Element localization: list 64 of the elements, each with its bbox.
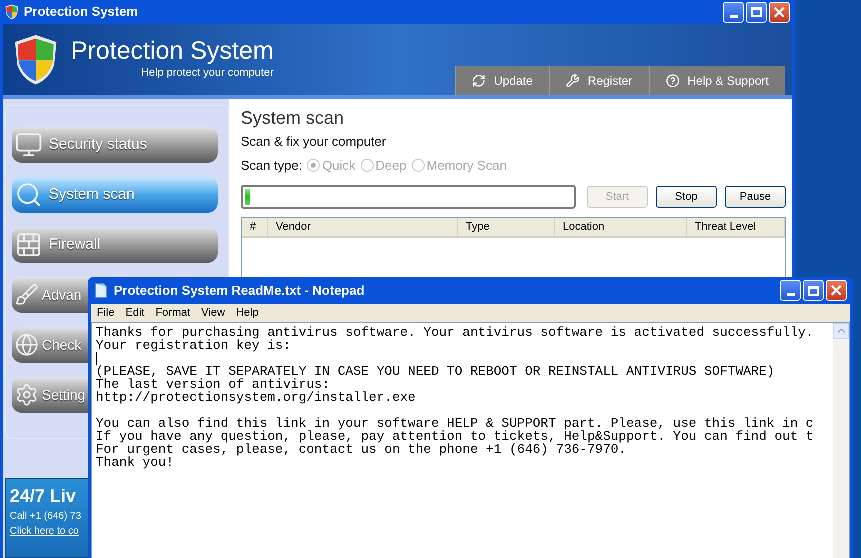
brick-wall-icon <box>15 231 43 259</box>
maximize-button[interactable] <box>803 280 824 301</box>
sidebar-item[interactable]: Setting <box>12 377 91 413</box>
menu-item[interactable]: View <box>202 304 226 322</box>
action-button[interactable]: Stop <box>656 186 717 208</box>
text-cursor <box>96 352 97 365</box>
gear-icon <box>15 383 39 407</box>
help-icon <box>666 74 680 88</box>
maximize-button[interactable] <box>746 2 767 23</box>
chat-link[interactable]: Click here to co <box>10 524 90 539</box>
live-chat-title: 24/7 Liv <box>10 485 78 508</box>
window-title: Protection System <box>24 3 138 22</box>
close-icon <box>774 6 785 18</box>
brush-icon <box>15 283 39 307</box>
section-subtitle: Scan & fix your computer <box>241 133 388 151</box>
scan-type-label: Scan type: <box>241 156 302 175</box>
menu-item[interactable]: Edit <box>126 304 145 322</box>
minimize-button[interactable] <box>723 2 744 23</box>
minimize-button[interactable] <box>780 280 801 301</box>
text-line: Your registration key is: <box>96 339 292 352</box>
app-subtitle: Help protect your computer <box>141 66 274 82</box>
scrollbar[interactable] <box>833 323 849 558</box>
window-title: Protection System ReadMe.txt - Notepad <box>114 282 365 300</box>
close-icon <box>831 285 842 296</box>
globe-icon <box>15 333 39 357</box>
notepad-icon <box>94 282 108 298</box>
text-line: (PLEASE, SAVE IT SEPARATELY IN CASE YOU NEED TO REBOOT OR REINSTALL ANTIVIRUS SOFTWARE) <box>96 365 776 378</box>
text-area[interactable] <box>91 322 850 558</box>
refresh-icon <box>472 74 486 88</box>
text-line: Thank you! <box>96 456 176 469</box>
column-header[interactable]: Location <box>555 218 687 236</box>
toolbar-button[interactable]: Register <box>548 66 649 95</box>
text-line: Thanks for purchasing antivirus software. Your antivirus software is activated successfully. <box>96 326 815 339</box>
column-header[interactable]: Vendor <box>268 218 458 236</box>
column-header[interactable]: Threat Level <box>687 218 785 236</box>
action-button[interactable]: Pause <box>725 186 786 208</box>
menu-item[interactable]: Help <box>236 304 259 322</box>
close-button[interactable] <box>826 280 847 301</box>
shield-icon <box>5 4 19 20</box>
sidebar-item[interactable]: Security status <box>12 127 218 163</box>
sidebar-item[interactable]: Check <box>12 327 91 363</box>
section-title: System scan <box>241 107 346 130</box>
text-line: The last version of antivirus: <box>96 378 330 391</box>
menu-item[interactable]: File <box>97 304 115 322</box>
app-title: Protection System <box>71 37 274 66</box>
monitor-icon <box>15 131 43 159</box>
sidebar-item[interactable]: Advan <box>12 277 91 313</box>
sidebar-item[interactable]: System scan <box>12 177 218 213</box>
close-button[interactable] <box>769 2 790 23</box>
text-line: You can also find this link in your software HELP & SUPPORT part. Please, use this link in c <box>96 417 815 430</box>
column-header[interactable]: # <box>242 218 268 236</box>
text-line: http://protectionsystem.org/installer.exe <box>96 391 417 404</box>
wrench-icon <box>566 74 580 88</box>
column-header[interactable]: Type <box>458 218 555 236</box>
toolbar-button[interactable]: Help & Support <box>648 66 785 95</box>
phone-text: Call +1 (646) 73 <box>10 510 82 524</box>
text-line: If you have any question, please, pay attention to tickets, Help&Support. You can find out t <box>96 430 815 443</box>
caret-up-icon <box>838 329 844 333</box>
shield-logo-icon <box>13 33 59 86</box>
text-line: For urgent cases, please, contact us on the phone +1 (646) 736-7970. <box>96 443 626 456</box>
magnifier-icon <box>15 181 43 209</box>
menu-item[interactable]: Format <box>156 304 191 322</box>
sidebar-item[interactable]: Firewall <box>12 227 218 263</box>
toolbar-button[interactable]: Update <box>455 66 549 95</box>
